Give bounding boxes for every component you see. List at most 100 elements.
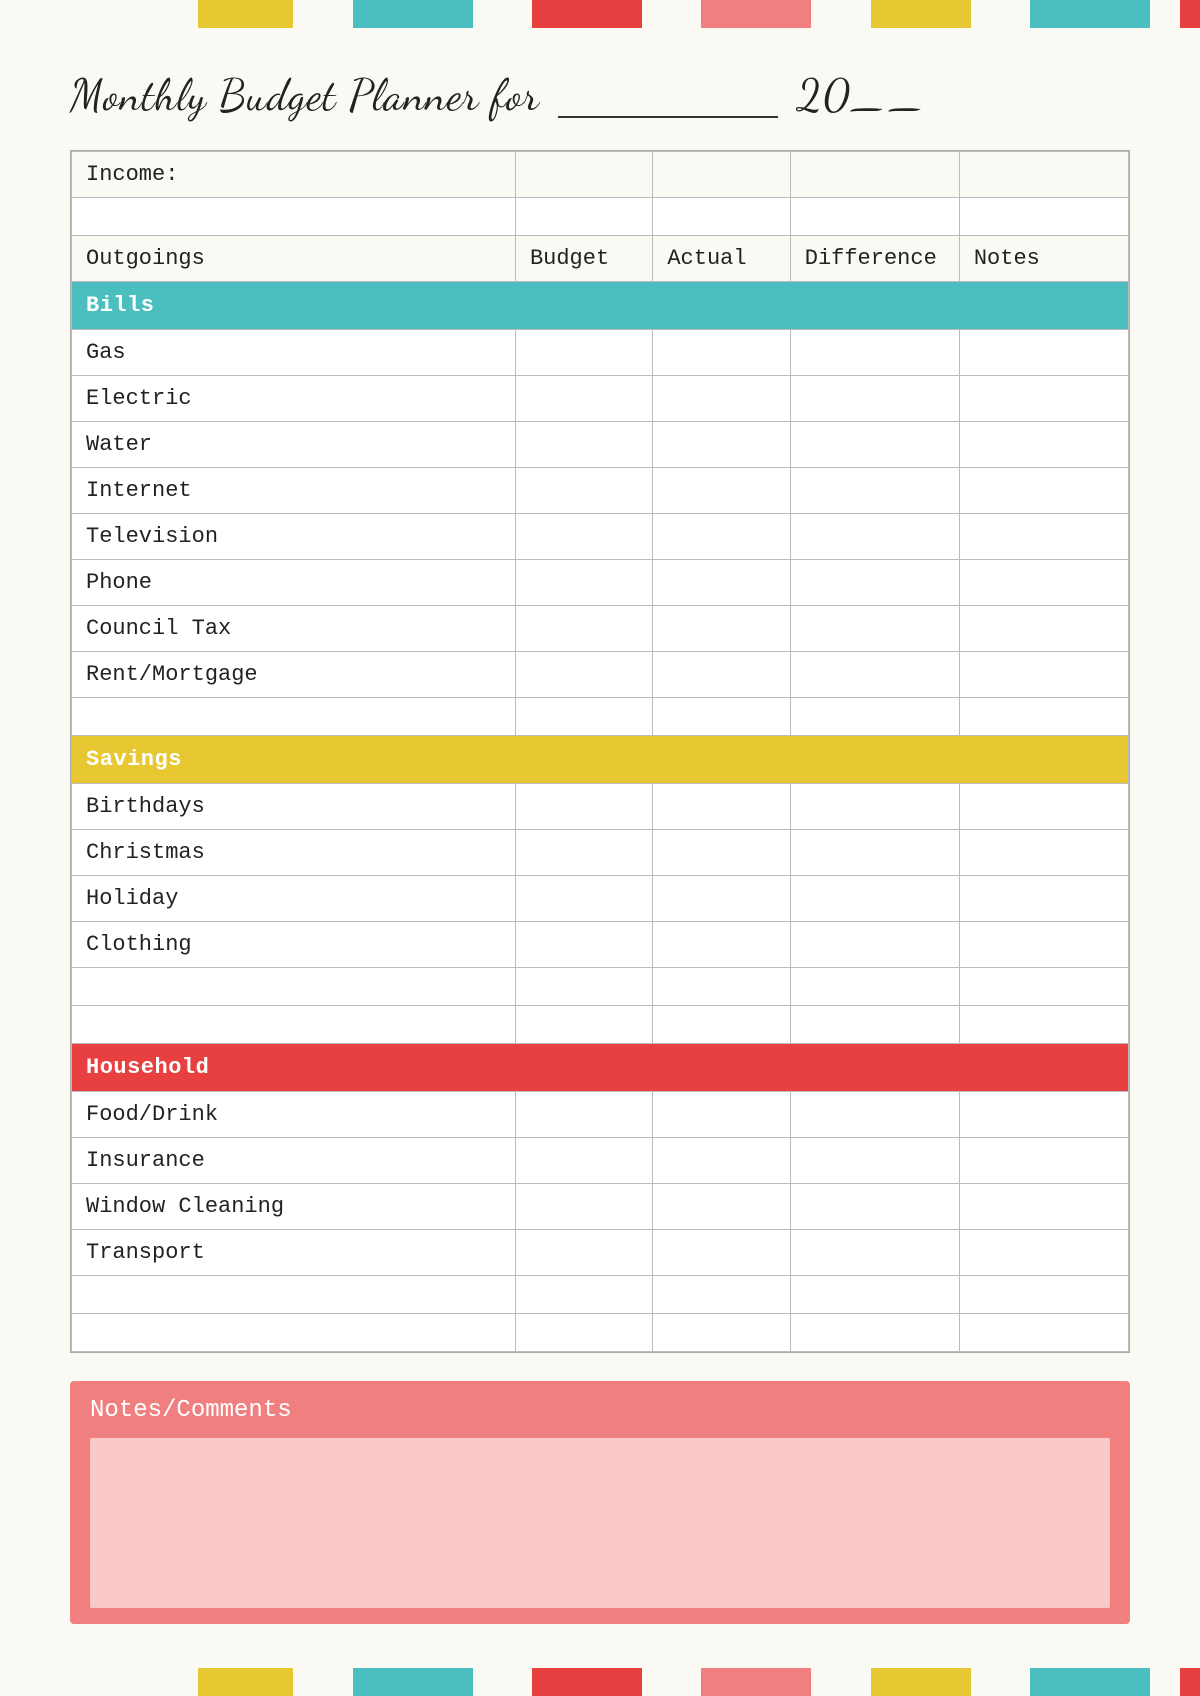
income-budget[interactable]: [515, 152, 652, 198]
insurance-diff[interactable]: [790, 1138, 959, 1184]
internet-actual[interactable]: [653, 468, 790, 514]
empty-row-3: [72, 968, 1129, 1006]
top-seg-teal-1: [353, 0, 473, 28]
table-row: Food/Drink: [72, 1092, 1129, 1138]
holiday-actual[interactable]: [653, 876, 790, 922]
insurance-actual[interactable]: [653, 1138, 790, 1184]
title-area: Monthly Budget Planner for 20__: [0, 28, 1200, 150]
gas-notes[interactable]: [959, 330, 1128, 376]
notes-comments-box[interactable]: Notes/Comments: [70, 1381, 1130, 1624]
internet-label: Internet: [72, 468, 516, 514]
gas-diff[interactable]: [790, 330, 959, 376]
food-drink-notes[interactable]: [959, 1092, 1128, 1138]
bills-label: Bills: [72, 282, 1129, 330]
holiday-notes[interactable]: [959, 876, 1128, 922]
window-cleaning-actual[interactable]: [653, 1184, 790, 1230]
food-drink-budget[interactable]: [515, 1092, 652, 1138]
holiday-diff[interactable]: [790, 876, 959, 922]
water-diff[interactable]: [790, 422, 959, 468]
birthdays-notes[interactable]: [959, 784, 1128, 830]
income-actual[interactable]: [653, 152, 790, 198]
top-seg-3: [473, 0, 532, 28]
television-diff[interactable]: [790, 514, 959, 560]
electric-diff[interactable]: [790, 376, 959, 422]
christmas-actual[interactable]: [653, 830, 790, 876]
food-drink-diff[interactable]: [790, 1092, 959, 1138]
christmas-diff[interactable]: [790, 830, 959, 876]
phone-actual[interactable]: [653, 560, 790, 606]
birthdays-actual[interactable]: [653, 784, 790, 830]
top-seg-1: [0, 0, 198, 28]
table-row: Christmas: [72, 830, 1129, 876]
christmas-notes[interactable]: [959, 830, 1128, 876]
empty-row-4: [72, 1006, 1129, 1044]
phone-notes[interactable]: [959, 560, 1128, 606]
transport-actual[interactable]: [653, 1230, 790, 1276]
rent-mortgage-budget[interactable]: [515, 652, 652, 698]
electric-actual[interactable]: [653, 376, 790, 422]
clothing-notes[interactable]: [959, 922, 1128, 968]
internet-notes[interactable]: [959, 468, 1128, 514]
household-section-header: Household: [72, 1044, 1129, 1092]
notes-content-area[interactable]: [90, 1438, 1110, 1608]
internet-budget[interactable]: [515, 468, 652, 514]
clothing-diff[interactable]: [790, 922, 959, 968]
food-drink-actual[interactable]: [653, 1092, 790, 1138]
income-diff[interactable]: [790, 152, 959, 198]
income-label: Income:: [72, 152, 516, 198]
clothing-actual[interactable]: [653, 922, 790, 968]
top-seg-teal-2: [1030, 0, 1150, 28]
phone-diff[interactable]: [790, 560, 959, 606]
title-year: 20__: [797, 70, 928, 122]
title-underline: [558, 64, 778, 118]
birthdays-budget[interactable]: [515, 784, 652, 830]
bottom-seg-yellow-2: [871, 1668, 971, 1696]
clothing-budget[interactable]: [515, 922, 652, 968]
rent-mortgage-actual[interactable]: [653, 652, 790, 698]
column-headers-row: Outgoings Budget Actual Difference Notes: [72, 236, 1129, 282]
electric-label: Electric: [72, 376, 516, 422]
bottom-seg-4: [642, 1668, 701, 1696]
insurance-budget[interactable]: [515, 1138, 652, 1184]
television-notes[interactable]: [959, 514, 1128, 560]
council-tax-notes[interactable]: [959, 606, 1128, 652]
bottom-seg-3: [473, 1668, 532, 1696]
budget-table-container: Income: Outgoings Budget Actual Differen…: [70, 150, 1130, 1353]
insurance-notes[interactable]: [959, 1138, 1128, 1184]
gas-budget[interactable]: [515, 330, 652, 376]
rent-mortgage-notes[interactable]: [959, 652, 1128, 698]
internet-diff[interactable]: [790, 468, 959, 514]
electric-budget[interactable]: [515, 376, 652, 422]
water-actual[interactable]: [653, 422, 790, 468]
bottom-seg-red-2: [1180, 1668, 1200, 1696]
table-row: Insurance: [72, 1138, 1129, 1184]
window-cleaning-budget[interactable]: [515, 1184, 652, 1230]
water-budget[interactable]: [515, 422, 652, 468]
television-actual[interactable]: [653, 514, 790, 560]
council-tax-budget[interactable]: [515, 606, 652, 652]
col-outgoings-header: Outgoings: [72, 236, 516, 282]
television-budget[interactable]: [515, 514, 652, 560]
council-tax-actual[interactable]: [653, 606, 790, 652]
transport-budget[interactable]: [515, 1230, 652, 1276]
electric-notes[interactable]: [959, 376, 1128, 422]
water-notes[interactable]: [959, 422, 1128, 468]
birthdays-label: Birthdays: [72, 784, 516, 830]
bottom-seg-1: [0, 1668, 198, 1696]
transport-notes[interactable]: [959, 1230, 1128, 1276]
transport-diff[interactable]: [790, 1230, 959, 1276]
table-row: Television: [72, 514, 1129, 560]
phone-budget[interactable]: [515, 560, 652, 606]
birthdays-diff[interactable]: [790, 784, 959, 830]
col-budget-header: Budget: [515, 236, 652, 282]
income-notes[interactable]: [959, 152, 1128, 198]
christmas-budget[interactable]: [515, 830, 652, 876]
window-cleaning-diff[interactable]: [790, 1184, 959, 1230]
gas-actual[interactable]: [653, 330, 790, 376]
top-bar: [0, 0, 1200, 28]
window-cleaning-notes[interactable]: [959, 1184, 1128, 1230]
rent-mortgage-diff[interactable]: [790, 652, 959, 698]
top-seg-4: [642, 0, 701, 28]
council-tax-diff[interactable]: [790, 606, 959, 652]
holiday-budget[interactable]: [515, 876, 652, 922]
